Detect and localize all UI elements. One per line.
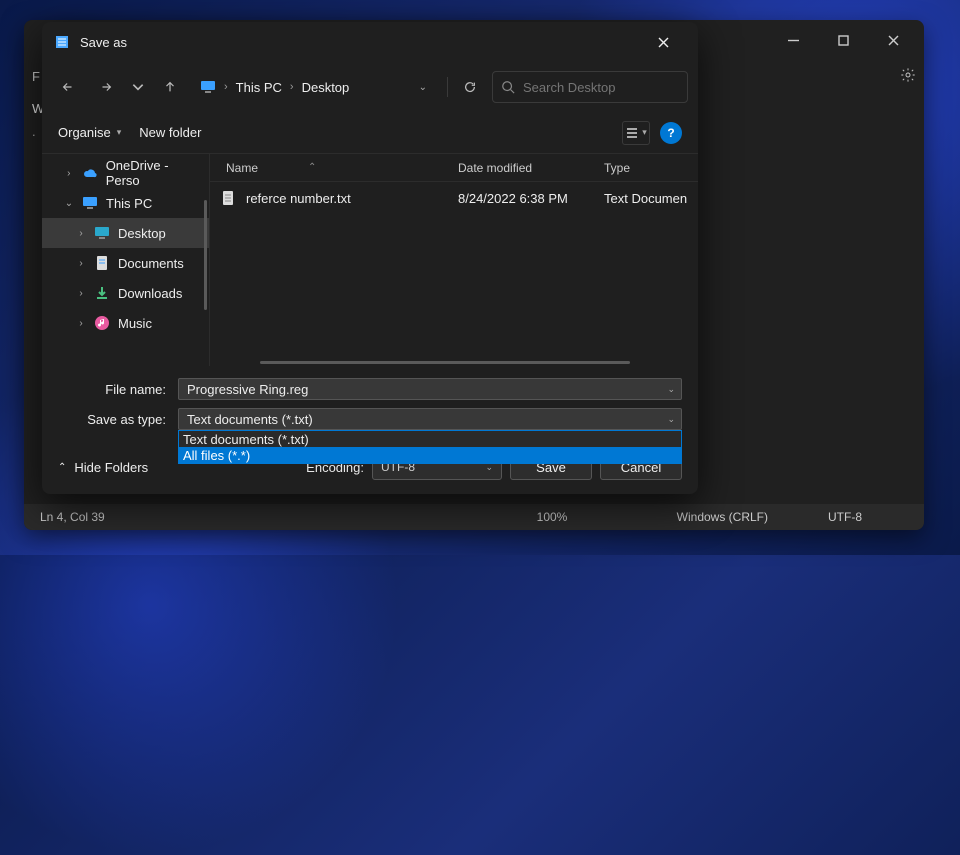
chevron-down-icon: ▾ xyxy=(642,127,647,138)
sidebar-item-label: Downloads xyxy=(118,286,182,301)
chevron-right-icon[interactable]: › xyxy=(76,228,86,239)
filename-label: File name: xyxy=(58,382,166,397)
sidebar-item-documents[interactable]: › Documents xyxy=(42,248,209,278)
breadcrumb[interactable]: › This PC › Desktop ⌄ xyxy=(192,71,441,103)
dialog-titlebar: Save as xyxy=(42,22,698,62)
sidebar-item-label: OneDrive - Perso xyxy=(106,158,203,188)
notepad-icon xyxy=(54,34,70,50)
savetype-dropdown: Text documents (*.txt)All files (*.*) xyxy=(178,430,682,464)
chevron-up-icon: ⌃ xyxy=(58,462,66,473)
text-file-icon xyxy=(210,190,246,206)
hide-folders-button[interactable]: ⌃Hide Folders xyxy=(58,460,148,475)
organise-button[interactable]: Organise▾ xyxy=(58,125,121,140)
sidebar-item-onedrive-perso[interactable]: › OneDrive - Perso xyxy=(42,158,209,188)
savetype-option[interactable]: Text documents (*.txt) xyxy=(179,431,681,447)
nav-back-button[interactable] xyxy=(52,71,84,103)
search-box[interactable] xyxy=(492,71,688,103)
dialog-title: Save as xyxy=(80,35,127,50)
doc-icon xyxy=(94,255,110,271)
column-header-name[interactable]: Name⌃ xyxy=(210,161,458,175)
file-date: 8/24/2022 6:38 PM xyxy=(458,191,604,206)
sidebar-item-downloads[interactable]: › Downloads xyxy=(42,278,209,308)
breadcrumb-leaf[interactable]: Desktop xyxy=(302,80,350,95)
sidebar-scrollbar[interactable] xyxy=(204,200,207,310)
savetype-select[interactable]: Text documents (*.txt)⌄ xyxy=(178,408,682,430)
view-mode-button[interactable]: ▾ xyxy=(622,121,650,145)
filename-input[interactable]: Progressive Ring.reg⌄ xyxy=(178,378,682,400)
file-type: Text Documen xyxy=(604,191,698,206)
sidebar-item-label: Documents xyxy=(118,256,184,271)
pc-icon xyxy=(82,195,98,211)
chevron-down-icon: ▾ xyxy=(117,127,122,138)
nav-up-button[interactable] xyxy=(154,71,186,103)
savetype-label: Save as type: xyxy=(58,412,166,427)
minimize-button[interactable] xyxy=(770,24,816,56)
search-icon xyxy=(501,80,515,94)
status-lineending: Windows (CRLF) xyxy=(677,510,768,524)
help-button[interactable]: ? xyxy=(660,122,682,144)
chevron-right-icon[interactable]: › xyxy=(76,258,86,269)
sidebar-item-label: Music xyxy=(118,316,152,331)
search-input[interactable] xyxy=(523,80,699,95)
sidebar-item-music[interactable]: › Music xyxy=(42,308,209,338)
status-encoding: UTF-8 xyxy=(828,510,908,524)
chevron-right-icon[interactable]: › xyxy=(76,318,86,329)
dialog-close-button[interactable] xyxy=(640,26,686,58)
breadcrumb-root[interactable]: This PC xyxy=(236,80,282,95)
file-name: referce number.txt xyxy=(246,191,351,206)
explorer-body: › OneDrive - Perso ⌄ This PC › Desktop › Docume… xyxy=(42,154,698,366)
save-as-dialog: Save as › This PC › Desktop ⌄ Organise▾ … xyxy=(42,22,698,494)
menu-file[interactable]: F xyxy=(32,69,40,84)
column-header-type[interactable]: Type xyxy=(604,161,698,175)
divider xyxy=(447,77,448,97)
sort-indicator-icon: ⌃ xyxy=(308,162,316,173)
gear-icon[interactable] xyxy=(900,67,916,86)
pc-icon xyxy=(200,79,216,95)
refresh-button[interactable] xyxy=(454,71,486,103)
new-folder-button[interactable]: New folder xyxy=(139,125,201,140)
savetype-option[interactable]: All files (*.*) xyxy=(179,447,681,463)
status-zoom: 100% xyxy=(537,510,617,524)
download-icon xyxy=(94,285,110,301)
dialog-toolbar: Organise▾ New folder ▾ ? xyxy=(42,112,698,154)
chevron-right-icon[interactable]: › xyxy=(76,288,86,299)
nav-recent-button[interactable] xyxy=(128,71,148,103)
chevron-right-icon: › xyxy=(290,81,294,93)
sidebar-item-desktop[interactable]: › Desktop xyxy=(42,218,209,248)
maximize-button[interactable] xyxy=(820,24,866,56)
column-header-date[interactable]: Date modified xyxy=(458,161,604,175)
sidebar-tree: › OneDrive - Perso ⌄ This PC › Desktop › Docume… xyxy=(42,154,210,366)
file-list-scrollbar-h[interactable] xyxy=(260,361,630,364)
file-list-header: Name⌃ Date modified Type xyxy=(210,154,698,182)
chevron-down-icon[interactable]: ⌄ xyxy=(64,198,74,209)
save-form: File name: Progressive Ring.reg⌄ Save as… xyxy=(42,366,698,454)
file-row[interactable]: referce number.txt 8/24/2022 6:38 PMText … xyxy=(210,182,698,214)
breadcrumb-dropdown[interactable]: ⌄ xyxy=(413,82,433,93)
sidebar-item-label: This PC xyxy=(106,196,152,211)
status-cursor: Ln 4, Col 39 xyxy=(40,510,120,524)
sidebar-item-this-pc[interactable]: ⌄ This PC xyxy=(42,188,209,218)
chevron-right-icon: › xyxy=(224,81,228,93)
nav-forward-button[interactable] xyxy=(90,71,122,103)
chevron-down-icon[interactable]: ⌄ xyxy=(667,414,675,425)
notepad-statusbar: Ln 4, Col 39 100% Windows (CRLF) UTF-8 xyxy=(24,504,924,530)
file-list: Name⌃ Date modified Type referce number.… xyxy=(210,154,698,366)
cloud-icon xyxy=(82,165,98,181)
close-button[interactable] xyxy=(870,24,916,56)
chevron-down-icon[interactable]: ⌄ xyxy=(667,384,675,395)
sidebar-item-label: Desktop xyxy=(118,226,166,241)
desktop-icon xyxy=(94,225,110,241)
address-bar: › This PC › Desktop ⌄ xyxy=(42,62,698,112)
chevron-right-icon[interactable]: › xyxy=(64,168,74,179)
music-icon xyxy=(94,315,110,331)
